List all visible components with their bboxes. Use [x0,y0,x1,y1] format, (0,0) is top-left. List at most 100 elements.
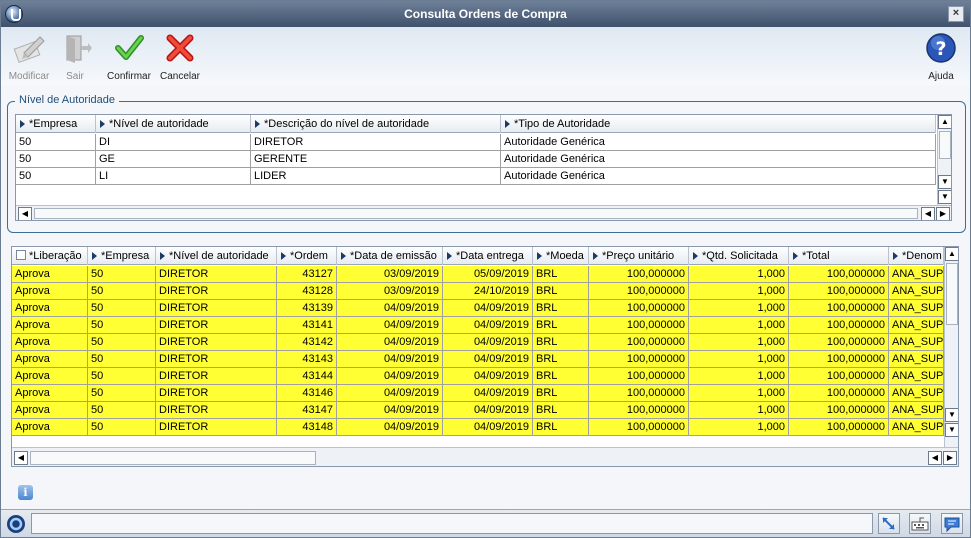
orders-cell: Aprova [12,368,88,385]
orders-column-header[interactable]: *Moeda [533,247,589,265]
modify-button[interactable]: Modificar [7,31,51,82]
orders-cell: DIRETOR [156,283,277,300]
orders-column-header[interactable]: *Preço unitário [589,247,689,265]
orders-column-header[interactable]: *Liberação [12,247,88,265]
orders-row[interactable]: Aprova 50 DIRETOR 43146 04/09/2019 04/09/2019… [12,385,944,402]
chat-icon[interactable] [941,513,963,534]
orders-column-header[interactable]: *Data entrega [443,247,533,265]
orders-column-header[interactable]: *Nível de autoridade [156,247,277,265]
authority-hscroll[interactable]: ◀ ◀ ▶ [16,205,951,220]
orders-cell: 43139 [277,300,337,317]
scroll-thumb[interactable] [946,263,958,325]
orders-column-label: *Data entrega [456,250,524,262]
scroll-left-button[interactable]: ◀ [921,207,935,220]
orders-row[interactable]: Aprova 50 DIRETOR 43128 03/09/2019 24/10/2019… [12,283,944,300]
authority-row[interactable]: 50 LI LIDER Autoridade Genérica [16,168,936,185]
orders-cell: 100,000000 [789,419,889,436]
orders-row[interactable]: Aprova 50 DIRETOR 43144 04/09/2019 04/09/2019… [12,368,944,385]
exit-button[interactable]: Sair [59,31,92,82]
orders-cell: ANA_SUP [889,385,944,402]
scroll-thumb[interactable] [34,208,918,219]
orders-cell: 43148 [277,419,337,436]
title-bar: Consulta Ordens de Compra × [1,1,970,27]
authority-column-header[interactable]: *Tipo de Autoridade [501,115,936,133]
orders-cell: BRL [533,402,589,419]
scroll-thumb[interactable] [939,131,951,159]
orders-row[interactable]: Aprova 50 DIRETOR 43142 04/09/2019 04/09/2019… [12,334,944,351]
scroll-left-button[interactable]: ◀ [18,207,32,220]
orders-cell: DIRETOR [156,419,277,436]
keyboard-icon[interactable] [909,513,931,534]
scroll-up-button[interactable]: ▲ [938,115,951,129]
authority-column-label: *Nível de autoridade [109,118,209,130]
orders-cell: DIRETOR [156,334,277,351]
scroll-up-button[interactable]: ▲ [945,247,958,261]
orders-cell: 04/09/2019 [337,402,443,419]
orders-column-header[interactable]: *Total [789,247,889,265]
authority-column-header[interactable]: *Nível de autoridade [96,115,251,133]
authority-row[interactable]: 50 DI DIRETOR Autoridade Genérica [16,134,936,151]
orders-cell: 100,000000 [789,283,889,300]
orders-cell: 100,000000 [789,368,889,385]
scroll-down-button[interactable]: ▼ [945,423,958,437]
scroll-left-button[interactable]: ◀ [14,451,28,465]
help-button[interactable]: ? Ajuda [923,31,959,82]
orders-cell: BRL [533,368,589,385]
scroll-right-button[interactable]: ▶ [943,451,957,465]
scroll-down-button[interactable]: ▼ [945,408,958,422]
orders-cell: 1,000 [689,334,789,351]
orders-column-header[interactable]: *Empresa [88,247,156,265]
authority-cell: LI [96,168,251,185]
authority-column-header[interactable]: *Descrição do nível de autoridade [251,115,501,133]
authority-vscroll[interactable]: ▲ ▼ ▼ [937,115,951,205]
orders-cell: 1,000 [689,317,789,334]
scroll-right-button[interactable]: ▶ [936,207,950,220]
orders-cell: 100,000000 [589,368,689,385]
orders-cell: ANA_SUP [889,419,944,436]
orders-column-header[interactable]: *Data de emissão [337,247,443,265]
sort-arrow-icon [20,120,25,128]
resize-icon[interactable] [878,513,900,534]
orders-cell: BRL [533,334,589,351]
authority-column-header[interactable]: *Empresa [16,115,96,133]
orders-cell: 50 [88,351,156,368]
orders-cell: Aprova [12,300,88,317]
info-icon[interactable]: i [18,485,33,500]
orders-row[interactable]: Aprova 50 DIRETOR 43143 04/09/2019 04/09/2019… [12,351,944,368]
orders-column-label: *Qtd. Solicitada [702,250,778,262]
orders-cell: ANA_SUP [889,334,944,351]
close-button[interactable]: × [948,6,964,22]
select-all-checkbox[interactable] [16,250,26,260]
orders-cell: ANA_SUP [889,402,944,419]
orders-cell: 43146 [277,385,337,402]
orders-row[interactable]: Aprova 50 DIRETOR 43127 03/09/2019 05/09/2019… [12,266,944,283]
orders-column-header[interactable]: *Qtd. Solicitada [689,247,789,265]
scroll-down-button[interactable]: ▼ [938,175,951,189]
orders-cell: 100,000000 [589,334,689,351]
authority-row[interactable]: 50 GE GERENTE Autoridade Genérica [16,151,936,168]
orders-vscroll[interactable]: ▲ ▼ ▼ [944,247,958,447]
help-label: Ajuda [928,71,954,82]
scroll-left-button[interactable]: ◀ [928,451,942,465]
status-bar [1,509,970,537]
orders-cell: 50 [88,300,156,317]
orders-column-header[interactable]: *Denom [889,247,944,265]
scroll-down-button[interactable]: ▼ [938,190,951,204]
orders-column-header[interactable]: *Ordem [277,247,337,265]
orders-row[interactable]: Aprova 50 DIRETOR 43148 04/09/2019 04/09/2019… [12,419,944,436]
orders-row[interactable]: Aprova 50 DIRETOR 43139 04/09/2019 04/09/2019… [12,300,944,317]
orders-hscroll[interactable]: ◀ ◀ ▶ [12,447,958,466]
orders-row[interactable]: Aprova 50 DIRETOR 43141 04/09/2019 04/09/2019… [12,317,944,334]
cancel-button[interactable]: Cancelar [158,31,202,82]
authority-cell: 50 [16,151,96,168]
sort-arrow-icon [92,252,97,260]
protheus-logo-icon[interactable] [6,514,26,534]
scroll-thumb[interactable] [30,451,316,465]
orders-cell: 100,000000 [589,351,689,368]
confirm-button[interactable]: Confirmar [105,31,153,82]
sort-arrow-icon [693,252,698,260]
orders-grid[interactable]: *Liberação *Empresa *Nível de autoridade *O… [11,246,959,467]
orders-row[interactable]: Aprova 50 DIRETOR 43147 04/09/2019 04/09/2019… [12,402,944,419]
authority-grid[interactable]: *Empresa *Nível de autoridade *Descrição d… [15,114,952,221]
orders-cell: ANA_SUP [889,368,944,385]
